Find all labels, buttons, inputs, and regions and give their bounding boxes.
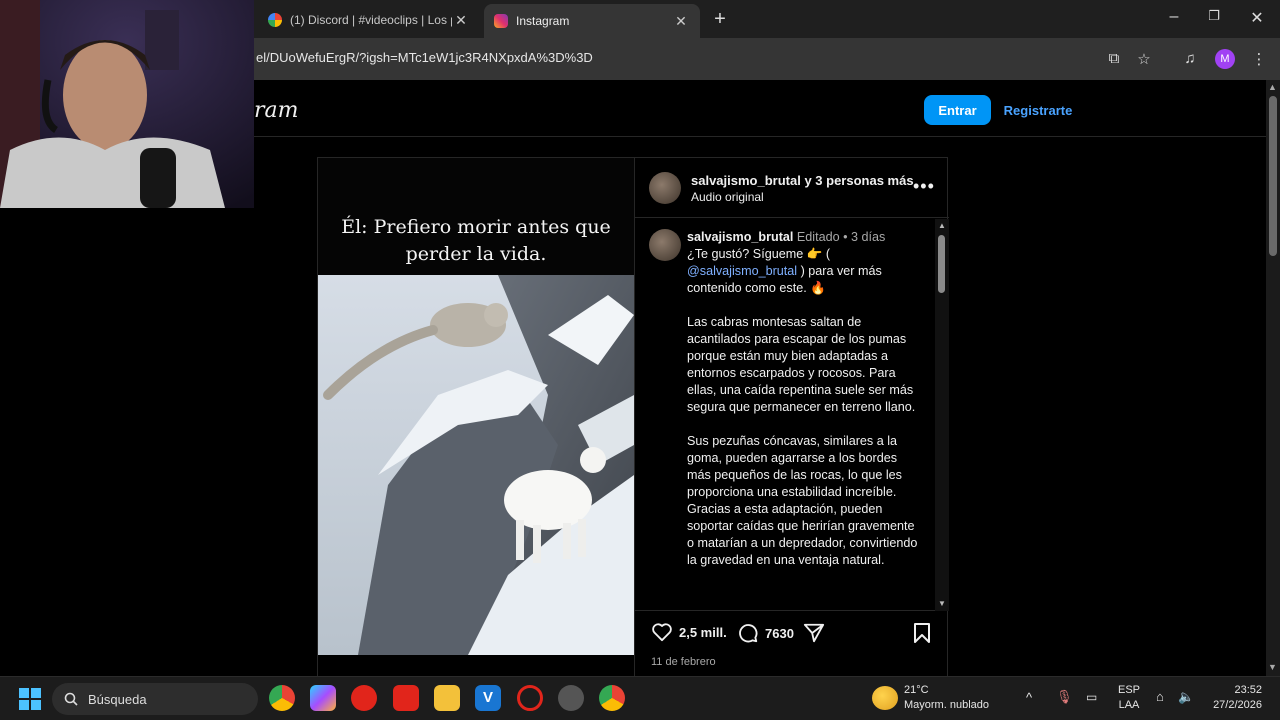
page-scrollbar[interactable]: ▲ ▼ (1266, 80, 1280, 676)
comment-meta: Editado • 3 días (796, 230, 886, 244)
webcam-overlay (0, 0, 254, 208)
heart-icon (652, 623, 672, 642)
post-date: 11 de febrero (651, 656, 716, 668)
weather-temp[interactable]: 21°C (904, 684, 929, 696)
restore-button[interactable]: ❐ (1202, 8, 1226, 24)
video-caption-text: Él: Prefiero morir antes que perder la v… (341, 216, 611, 265)
address-bar[interactable]: el/DUoWefuErgR/?igsh=MTc1eW1jc3R4NXpxdA%… (256, 50, 593, 65)
comments-scrollbar[interactable]: ▲ ▼ (935, 219, 949, 611)
signup-button[interactable]: Registrarte (1000, 95, 1076, 125)
vegas-icon[interactable]: V (475, 685, 501, 711)
media-control-icon[interactable]: ♫ (1180, 50, 1200, 70)
share-button[interactable] (803, 622, 825, 644)
new-tab-button[interactable]: + (708, 8, 732, 31)
obs-icon[interactable] (558, 685, 584, 711)
copilot-icon[interactable] (310, 685, 336, 711)
audio-label[interactable]: Audio original (691, 190, 764, 204)
tab-close-icon[interactable]: ✕ (672, 13, 690, 30)
microphone-icon[interactable]: 🎙 (1056, 689, 1073, 705)
windows-taskbar: Búsqueda V 21°C Mayorm. nublado ^ 🎙 ▭ ES… (0, 676, 1280, 720)
network-icon[interactable]: ⌂ (1156, 689, 1164, 704)
clock-time[interactable]: 23:52 (1206, 684, 1262, 696)
menu-kebab-icon[interactable]: ⋮ (1249, 50, 1269, 70)
like-count: 2,5 mill. (679, 624, 727, 640)
mention-link[interactable]: @salvajismo_brutal (687, 264, 797, 278)
weather-icon[interactable] (872, 686, 898, 710)
instagram-favicon-icon (494, 14, 508, 28)
scroll-up-icon[interactable]: ▲ (938, 221, 946, 230)
caption-comment: salvajismo_brutal Editado • 3 días ¿Te g… (687, 229, 923, 586)
commenter-avatar[interactable] (649, 229, 681, 261)
post-container: Él: Prefiero morir antes que perder la v… (317, 157, 949, 677)
taskbar-search[interactable]: Búsqueda (52, 683, 258, 715)
comment-button[interactable]: 7630 (737, 622, 794, 644)
page-scroll-down-icon[interactable]: ▼ (1268, 662, 1277, 672)
post-header: salvajismo_brutal y 3 personas más Audio… (635, 158, 949, 218)
chrome-icon[interactable] (269, 685, 295, 711)
login-button[interactable]: Entrar (924, 95, 991, 125)
opera-icon[interactable] (351, 685, 377, 711)
comment-username[interactable]: salvajismo_brutal (687, 230, 793, 244)
like-button[interactable]: 2,5 mill. (651, 622, 727, 642)
scroll-down-icon[interactable]: ▼ (938, 599, 946, 608)
bookmark-icon (914, 623, 930, 643)
page-scroll-thumb[interactable] (1269, 96, 1277, 256)
comments-list: salvajismo_brutal Editado • 3 días ¿Te g… (635, 219, 935, 611)
chrome-profile-icon[interactable] (599, 685, 625, 711)
tab-discord[interactable]: (1) Discord | #videoclips | Los p ✕ (258, 6, 480, 34)
post-side-panel: salvajismo_brutal y 3 personas más Audio… (634, 158, 949, 676)
profile-avatar[interactable]: M (1215, 49, 1235, 69)
tray-chevron-icon[interactable]: ^ (1026, 690, 1032, 705)
weather-desc[interactable]: Mayorm. nublado (904, 699, 989, 711)
post-author-name[interactable]: salvajismo_brutal y 3 personas más (691, 173, 914, 188)
opera-gx-icon[interactable] (517, 685, 543, 711)
minimize-button[interactable]: – (1162, 8, 1186, 26)
video-caption-area: Él: Prefiero morir antes que perder la v… (318, 158, 634, 275)
send-icon (803, 623, 825, 643)
comments-scroll-thumb[interactable] (938, 235, 945, 293)
tab-instagram[interactable]: Instagram ✕ (484, 4, 700, 38)
install-app-icon[interactable]: ⧉ (1104, 50, 1124, 70)
save-button[interactable] (913, 622, 931, 644)
comment-bubble-icon (739, 624, 758, 643)
tab-title: (1) Discord | #videoclips | Los p (290, 13, 452, 27)
discord-favicon-icon (268, 13, 282, 27)
close-window-button[interactable]: ✕ (1245, 8, 1269, 28)
volume-icon[interactable]: 🔈 (1178, 689, 1194, 705)
youtube-icon[interactable] (393, 685, 419, 711)
tab-title: Instagram (516, 14, 570, 28)
post-video[interactable]: Él: Prefiero morir antes que perder la v… (318, 158, 634, 655)
post-actions: 2,5 mill. 7630 (635, 612, 949, 652)
search-label: Búsqueda (88, 692, 147, 707)
more-options-icon[interactable]: ••• (913, 176, 935, 197)
windows-start-icon[interactable] (19, 688, 41, 710)
comment-intro: ¿Te gustó? Sígueme 👉 ( (687, 247, 831, 261)
video-frame-goat-leopard (318, 275, 634, 655)
author-avatar[interactable] (649, 172, 681, 204)
language-code[interactable]: ESP (1118, 684, 1140, 696)
display-icon[interactable]: ▭ (1086, 690, 1097, 704)
comment-count: 7630 (765, 625, 794, 641)
search-icon (64, 692, 78, 706)
tab-close-icon[interactable]: ✕ (452, 12, 470, 29)
clock-date[interactable]: 27/2/2026 (1200, 699, 1262, 711)
instagram-logo[interactable]: ram (254, 98, 299, 123)
caption-paragraph-1: Las cabras montesas saltan de acantilado… (687, 315, 916, 414)
file-explorer-icon[interactable] (434, 685, 460, 711)
bookmark-star-icon[interactable]: ☆ (1134, 50, 1154, 70)
page-scroll-up-icon[interactable]: ▲ (1268, 82, 1277, 92)
keyboard-layout[interactable]: LAA (1118, 699, 1140, 711)
caption-paragraph-2: Sus pezuñas cóncavas, similares a la gom… (687, 434, 918, 567)
